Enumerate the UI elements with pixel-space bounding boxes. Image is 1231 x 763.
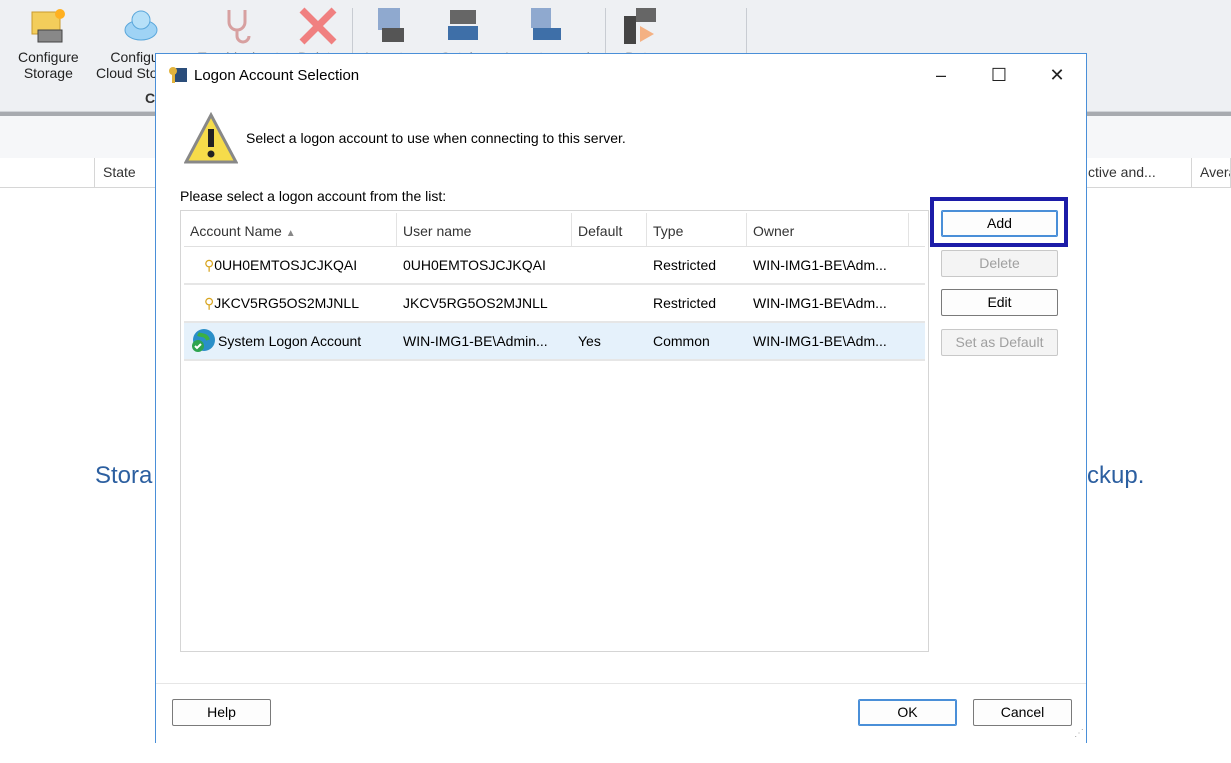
col-user-name[interactable]: User name — [397, 213, 572, 246]
logon-account-dialog: Logon Account Selection – ☐ ✕ Select a l… — [155, 53, 1087, 743]
col-owner[interactable]: Owner — [747, 213, 909, 246]
storage-folder-icon — [28, 6, 68, 46]
sort-ascending-icon: ▲ — [285, 228, 296, 239]
col-default[interactable]: Default — [572, 213, 647, 246]
delete-button[interactable]: Delete — [941, 250, 1058, 277]
inventory-icon — [374, 6, 414, 46]
inventory-catalog-icon — [527, 6, 567, 46]
catalog-icon — [444, 6, 484, 46]
minimize-button[interactable]: – — [918, 54, 964, 96]
configure-storage-button[interactable]: Configure Storage — [18, 6, 79, 81]
delete-x-icon — [298, 6, 338, 46]
add-button[interactable]: Add — [941, 210, 1058, 237]
edit-button[interactable]: Edit — [941, 289, 1058, 316]
cancel-button[interactable]: Cancel — [973, 699, 1072, 726]
cloud-icon — [121, 6, 161, 46]
globe-check-icon — [192, 329, 215, 352]
table-row[interactable]: ⚲0UH0EMTOSJCJKQAI 0UH0EMTOSJCJKQAI Restr… — [184, 247, 925, 285]
table-row-selected[interactable]: System Logon Account WIN-IMG1-BE\Admin..… — [184, 323, 925, 361]
warning-icon — [184, 112, 238, 164]
key-icon: ⚲ — [204, 294, 215, 311]
close-button[interactable]: ✕ — [1034, 54, 1080, 96]
key-monitor-icon — [169, 67, 187, 83]
col-avg[interactable]: Avera — [1192, 158, 1231, 188]
list-label: Please select a logon account from the l… — [180, 188, 447, 204]
key-icon: ⚲ — [204, 256, 215, 273]
table-row[interactable]: ⚲JKCV5RG5OS2MJNLL JKCV5RG5OS2MJNLL Restr… — [184, 285, 925, 323]
help-button[interactable]: Help — [172, 699, 271, 726]
set-default-button[interactable]: Set as Default — [941, 329, 1058, 356]
col-account-name[interactable]: Account Name ▲ — [184, 213, 397, 246]
account-list[interactable]: Account Name ▲ User name Default Type Ow… — [180, 210, 929, 652]
dialog-title: Logon Account Selection — [194, 66, 360, 84]
data-icon — [620, 6, 660, 46]
dialog-message: Select a logon account to use when conne… — [246, 130, 626, 146]
resize-grip-icon[interactable]: ⋰ — [1074, 728, 1084, 739]
col-type[interactable]: Type — [647, 213, 747, 246]
col-active[interactable]: ctive and... — [1080, 158, 1192, 188]
ok-button[interactable]: OK — [858, 699, 957, 726]
maximize-button[interactable]: ☐ — [976, 54, 1022, 96]
stethoscope-icon — [219, 6, 259, 46]
